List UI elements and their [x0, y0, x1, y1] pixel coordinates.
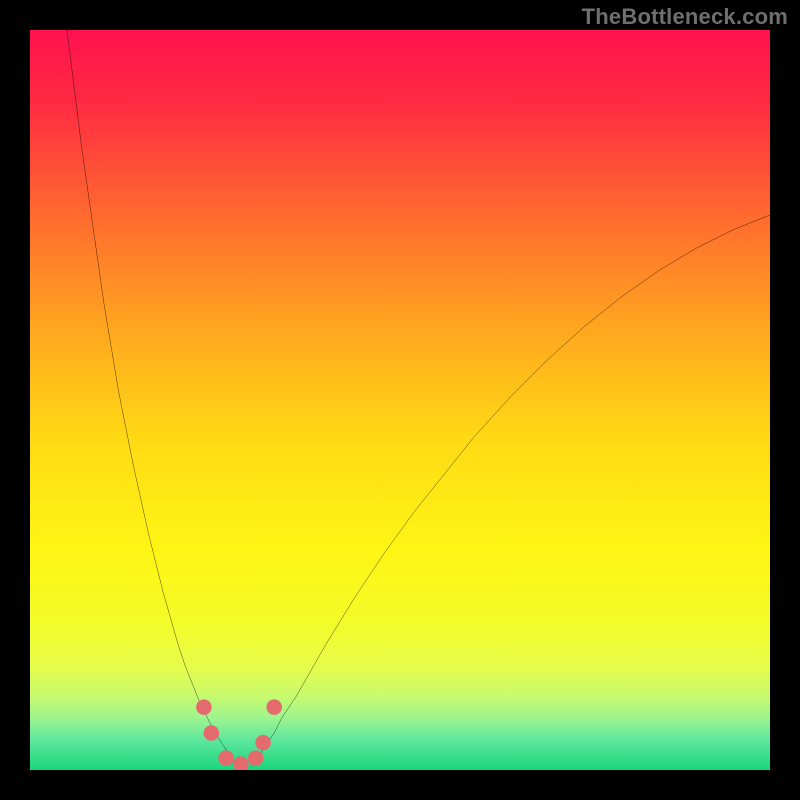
marker-1 — [204, 725, 220, 741]
curve-left — [67, 30, 237, 766]
watermark-label: TheBottleneck.com — [582, 4, 788, 30]
curve-right — [252, 215, 770, 766]
plot-area — [30, 30, 770, 770]
marker-5 — [255, 735, 271, 751]
curves-layer — [30, 30, 770, 770]
marker-6 — [266, 699, 282, 715]
marker-3 — [233, 756, 249, 770]
marker-4 — [248, 750, 264, 766]
outer-frame: TheBottleneck.com — [0, 0, 800, 800]
marker-0 — [196, 699, 212, 715]
marker-2 — [218, 750, 234, 766]
